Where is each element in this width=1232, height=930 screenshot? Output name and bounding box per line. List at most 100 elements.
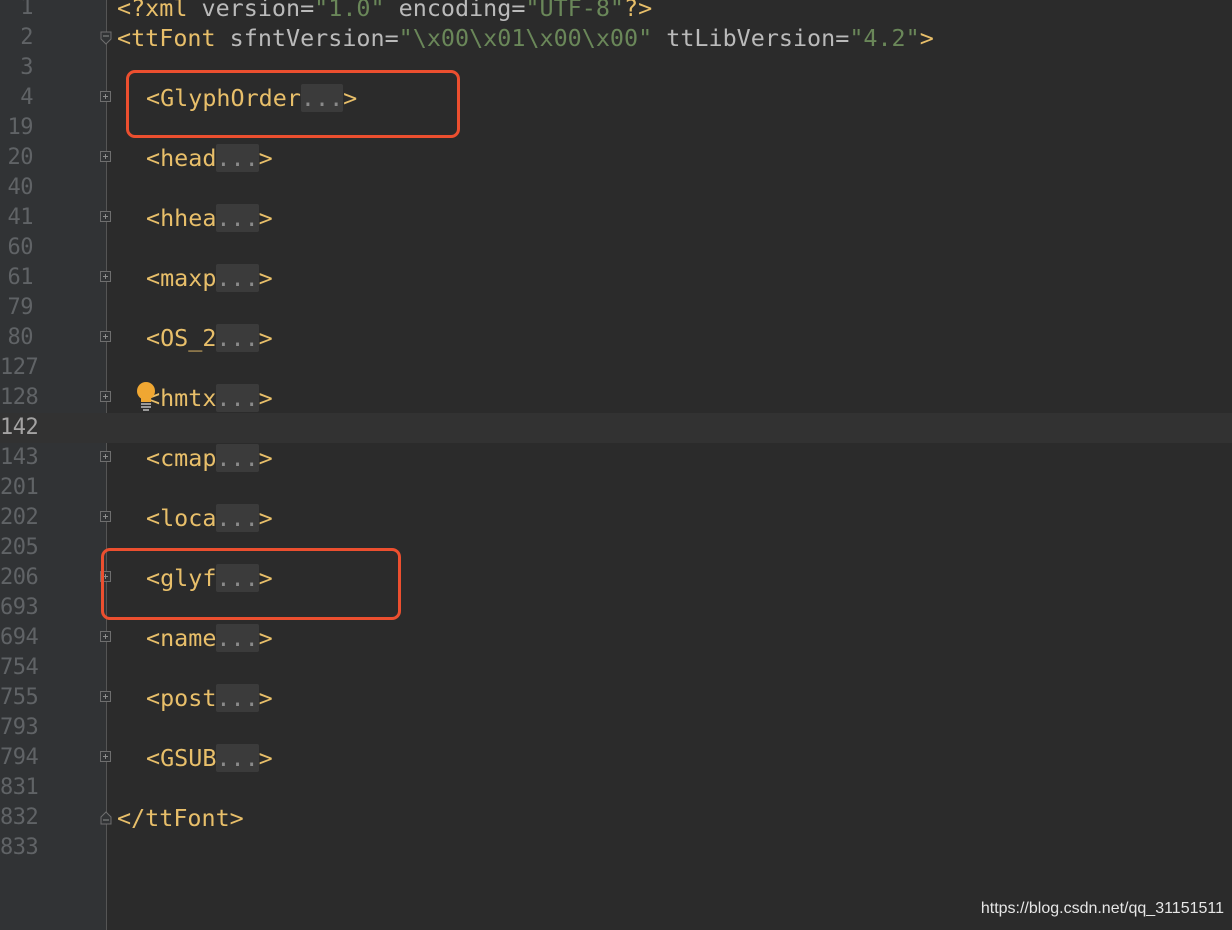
line-number: 143: [0, 445, 39, 470]
attr-sfnt-version: sfntVersion=: [229, 24, 399, 52]
code-line[interactable]: 41 <hhea...>: [0, 203, 1232, 233]
code-line[interactable]: 127: [0, 353, 1232, 383]
code-line[interactable]: 694 <name...>: [0, 623, 1232, 653]
element-tag: <maxp: [146, 264, 217, 292]
line-number: 60: [7, 235, 34, 260]
folded-region-placeholder[interactable]: ...: [216, 264, 259, 292]
code-line[interactable]: 793: [0, 713, 1232, 743]
element-tag-close: >: [258, 624, 273, 652]
line-number: 201: [0, 475, 39, 500]
code-line[interactable]: 143 <cmap...>: [0, 443, 1232, 473]
folded-region-placeholder[interactable]: ...: [216, 204, 259, 232]
code-line[interactable]: 80 <OS_2...>: [0, 323, 1232, 353]
line-number: 127: [0, 355, 39, 380]
line-number: 80: [7, 325, 34, 350]
code-line[interactable]: 201: [0, 473, 1232, 503]
line-number: 19: [7, 115, 34, 140]
code-line[interactable]: 61 <maxp...>: [0, 263, 1232, 293]
code-line[interactable]: 20 <head...>: [0, 143, 1232, 173]
code-line[interactable]: 60: [0, 233, 1232, 263]
line-content: <ttFont sfntVersion="\x00\x01\x00\x00" t…: [117, 23, 934, 53]
fold-expand-icon[interactable]: [100, 211, 111, 222]
line-content: <?xml version="1.0" encoding="UTF-8"?>: [117, 0, 652, 23]
element-tag-close: >: [258, 324, 273, 352]
annotation-box-glyphorder: [126, 70, 460, 138]
element-tag-close: >: [258, 444, 273, 472]
code-line[interactable]: 79: [0, 293, 1232, 323]
fold-expand-icon[interactable]: [100, 331, 111, 342]
fold-expand-icon[interactable]: [100, 631, 111, 642]
code-line[interactable]: 832 </ttFont>: [0, 803, 1232, 833]
watermark: https://blog.csdn.net/qq_31151511: [980, 900, 1224, 917]
code-line[interactable]: 833: [0, 833, 1232, 863]
folded-region-placeholder[interactable]: ...: [216, 324, 259, 352]
line-number: 1: [20, 0, 33, 20]
root-tag-bracket: >: [919, 24, 934, 52]
folded-region-placeholder[interactable]: ...: [216, 624, 259, 652]
code-line[interactable]: 1 <?xml version="1.0" encoding="UTF-8"?>: [0, 0, 1232, 23]
code-line[interactable]: 754: [0, 653, 1232, 683]
folded-region-placeholder[interactable]: ...: [216, 504, 259, 532]
line-number: 4: [20, 85, 33, 110]
element-tag: <hhea: [146, 204, 217, 232]
annotation-box-glyf: [101, 548, 401, 620]
element-tag-close: >: [258, 684, 273, 712]
fold-expand-icon[interactable]: [100, 451, 111, 462]
fold-expand-icon[interactable]: [100, 691, 111, 702]
element-tag-close: >: [258, 744, 273, 772]
folded-region-placeholder[interactable]: ...: [216, 384, 259, 412]
folded-region-placeholder[interactable]: ...: [216, 684, 259, 712]
code-line[interactable]: 794 <GSUB...>: [0, 743, 1232, 773]
code-line[interactable]: 128 <hmtx...>: [0, 383, 1232, 413]
element-tag: <cmap: [146, 444, 217, 472]
line-number: 755: [0, 685, 39, 710]
line-number: 61: [7, 265, 34, 290]
element-tag-close: >: [258, 144, 273, 172]
fold-expand-icon[interactable]: [100, 151, 111, 162]
root-tag-close: </ttFont>: [117, 804, 244, 832]
line-number: 206: [0, 565, 39, 590]
line-content: <hhea...>: [146, 203, 273, 233]
fold-expand-icon[interactable]: [100, 91, 111, 102]
line-number: 693: [0, 595, 39, 620]
value-ttlib-version: "4.2": [849, 24, 920, 52]
line-content: <loca...>: [146, 503, 273, 533]
folded-region-placeholder[interactable]: ...: [216, 444, 259, 472]
folded-region-placeholder[interactable]: ...: [216, 744, 259, 772]
value-sfnt-version: "\x00\x01\x00\x00": [398, 24, 653, 52]
value-encoding: "UTF-8": [525, 0, 624, 22]
fold-expand-icon[interactable]: [100, 391, 111, 402]
line-number: 79: [7, 295, 34, 320]
code-line[interactable]: 40: [0, 173, 1232, 203]
code-line[interactable]: 755 <post...>: [0, 683, 1232, 713]
line-content: <post...>: [146, 683, 273, 713]
code-line[interactable]: 202 <loca...>: [0, 503, 1232, 533]
line-number: 202: [0, 505, 39, 530]
line-content: <GSUB...>: [146, 743, 273, 773]
fold-expand-icon[interactable]: [100, 751, 111, 762]
element-tag: <post: [146, 684, 217, 712]
code-line[interactable]: 831: [0, 773, 1232, 803]
line-number: 128: [0, 385, 39, 410]
attr-version: version=: [201, 0, 315, 22]
line-content: </ttFont>: [117, 803, 244, 833]
fold-end-icon[interactable]: [100, 811, 112, 825]
line-content: <name...>: [146, 623, 273, 653]
fold-expand-icon[interactable]: [100, 511, 111, 522]
line-content: <maxp...>: [146, 263, 273, 293]
fold-expand-icon[interactable]: [100, 271, 111, 282]
line-number: 3: [20, 55, 33, 80]
line-number: 831: [0, 775, 39, 800]
line-number: 20: [7, 145, 34, 170]
lightbulb-icon[interactable]: [135, 381, 159, 413]
folded-region-placeholder[interactable]: ...: [216, 144, 259, 172]
xml-decl-close: ?>: [624, 0, 653, 22]
line-number: 142: [0, 415, 39, 440]
code-line[interactable]: 2 <ttFont sfntVersion="\x00\x01\x00\x00" …: [0, 23, 1232, 53]
element-tag: <OS_2: [146, 324, 217, 352]
code-line[interactable]: 142: [0, 413, 1232, 443]
attr-encoding: encoding=: [384, 0, 526, 22]
element-tag: <name: [146, 624, 217, 652]
element-tag-close: >: [258, 384, 273, 412]
fold-collapse-icon[interactable]: [100, 31, 112, 45]
